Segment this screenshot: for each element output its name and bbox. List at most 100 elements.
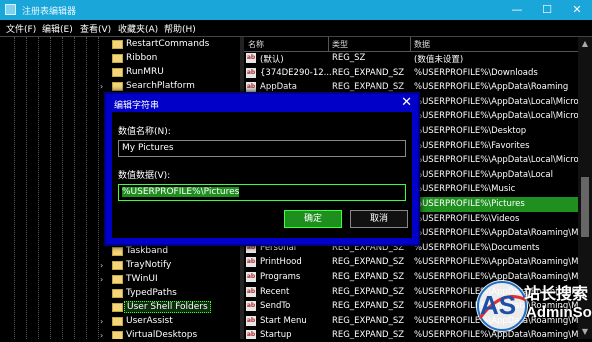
value-data: %USERPROFILE%\Downloads (414, 67, 538, 78)
value-type: REG_EXPAND_SZ (332, 286, 405, 297)
value-row[interactable]: ab (默认) REG_SZ (数值未设置) (244, 51, 578, 66)
tree-item-label: TrayNotify (126, 260, 172, 270)
value-data: %USERPROFILE%\Videos (414, 213, 520, 224)
value-name: PrintHood (260, 257, 302, 268)
scroll-up-icon[interactable]: ▲ (578, 37, 592, 51)
tree-item-label: Ribbon (126, 53, 158, 63)
minimize-button[interactable]: — (502, 0, 532, 20)
folder-icon (112, 82, 123, 91)
watermark-logo-text: AS (480, 290, 517, 320)
value-data: %USERPROFILE%\AppData\Local (414, 169, 553, 180)
tree-guide-line (86, 37, 87, 339)
tree-guide-line (50, 37, 51, 339)
column-name-header[interactable]: 名称 (248, 39, 264, 50)
folder-icon (112, 331, 123, 339)
tree-item-label: TWinUI (126, 274, 158, 284)
tree-guide-line (98, 37, 99, 339)
value-data-label: 数值数据(V): (118, 171, 171, 181)
tree-expander-icon[interactable]: › (100, 82, 108, 91)
value-name: Programs (260, 272, 301, 282)
tree-item-label: RunMRU (126, 67, 164, 77)
close-button[interactable]: ✕ (562, 0, 592, 20)
tree-item-label: VirtualDesktops (126, 330, 198, 339)
value-name-field[interactable]: My Pictures (118, 140, 406, 157)
value-row[interactable]: ab {374DE290-12... REG_EXPAND_SZ %USERPROFI… (244, 66, 578, 81)
menu-favorites[interactable]: 收藏夹(A) (118, 22, 158, 35)
value-name: Recent (260, 286, 290, 297)
value-type: REG_EXPAND_SZ (332, 330, 405, 339)
value-type: REG_EXPAND_SZ (332, 67, 405, 78)
value-data: %USERPROFILE%\Pictures (414, 199, 525, 209)
regedit-app-icon (5, 4, 16, 15)
dialog-close-button[interactable]: ✕ (401, 95, 412, 110)
watermark: AS 站长搜索 AdminSo (472, 266, 592, 339)
ok-button[interactable]: 确定 (284, 210, 342, 228)
tree-expander-icon[interactable]: › (100, 261, 108, 270)
menu-edit[interactable]: 编辑(E) (42, 22, 73, 35)
column-data-header[interactable]: 数据 (414, 39, 430, 50)
tree-guide-line (26, 37, 27, 339)
maximize-button[interactable]: ☐ (532, 0, 562, 20)
menu-file[interactable]: 文件(F) (6, 22, 36, 35)
column-divider[interactable] (410, 37, 411, 51)
value-data: %USERPROFILE%\AppData\Local\Micro (414, 96, 578, 107)
value-data: %USERPROFILE%\AppData\Roaming\M (414, 228, 578, 239)
value-type: REG_EXPAND_SZ (332, 315, 405, 326)
tree-guide-line (38, 37, 39, 339)
value-type: REG_SZ (332, 53, 366, 63)
column-divider[interactable] (328, 37, 329, 51)
string-value-icon: ab (246, 315, 256, 326)
string-value-icon: ab (246, 257, 256, 268)
folder-icon (112, 40, 123, 49)
tree-expander-icon[interactable]: › (100, 275, 108, 284)
dialog-title: 编辑字符串 (114, 101, 160, 111)
tree-expander-icon[interactable]: › (100, 331, 108, 339)
value-name: (默认) (260, 55, 284, 65)
value-data: %USERPROFILE%\AppData\Local\Micro (414, 155, 578, 166)
value-name-label: 数值名称(N): (118, 127, 171, 137)
tree-guide-line (62, 37, 63, 339)
watermark-brand: 站长搜索 (524, 284, 589, 303)
scroll-thumb[interactable] (581, 177, 589, 237)
string-value-icon: ab (246, 301, 256, 312)
string-value-icon: ab (246, 286, 256, 297)
cancel-button[interactable]: 取消 (350, 210, 408, 228)
tree-expander-icon[interactable]: › (100, 317, 108, 326)
column-type-header[interactable]: 类型 (332, 39, 348, 50)
value-data: (数值未设置) (414, 55, 464, 65)
menu-help[interactable]: 帮助(H) (164, 22, 196, 35)
tree-guide-line (14, 37, 15, 339)
folder-icon (112, 289, 123, 298)
folder-icon (112, 261, 123, 270)
value-type: REG_EXPAND_SZ (332, 82, 405, 93)
values-header: 名称 类型 数据 (244, 37, 578, 52)
folder-icon (112, 68, 123, 77)
dialog-body: 数值名称(N): My Pictures 数值数据(V): %USERPROFI… (112, 112, 412, 238)
value-type: REG_EXPAND_SZ (332, 301, 405, 312)
watermark-site: AdminSo (526, 304, 592, 321)
tree-guide-line (74, 37, 75, 339)
window-title: 注册表编辑器 (22, 7, 77, 17)
value-data-field[interactable]: %USERPROFILE%\Pictures (118, 184, 406, 201)
folder-icon (112, 317, 123, 326)
value-data: %USERPROFILE%\AppData\Roaming (414, 82, 569, 93)
value-name: Startup (260, 330, 292, 339)
string-value-icon: ab (246, 67, 256, 78)
string-value-icon: ab (246, 82, 256, 93)
value-data: %USERPROFILE%\Desktop (414, 126, 527, 136)
menu-bar: 文件(F) 编辑(E) 查看(V) 收藏夹(A) 帮助(H) (0, 20, 592, 37)
title-bar: 注册表编辑器 — ☐ ✕ (0, 0, 592, 20)
string-value-icon: ab (246, 272, 256, 282)
folder-icon (112, 303, 123, 312)
tree-item-label: RestartCommands (126, 39, 210, 49)
value-data: %USERPROFILE%\Favorites (414, 140, 530, 151)
value-type: REG_EXPAND_SZ (332, 257, 405, 268)
folder-icon (112, 247, 123, 256)
tree-item-label: Taskband (126, 246, 169, 256)
edit-string-dialog: 编辑字符串 ✕ 数值名称(N): My Pictures 数值数据(V): %U… (104, 92, 420, 246)
value-name: {374DE290-12... (260, 67, 332, 78)
value-name: AppData (260, 82, 297, 93)
value-name: SendTo (260, 301, 291, 312)
menu-view[interactable]: 查看(V) (80, 22, 111, 35)
string-value-icon: ab (246, 330, 256, 339)
